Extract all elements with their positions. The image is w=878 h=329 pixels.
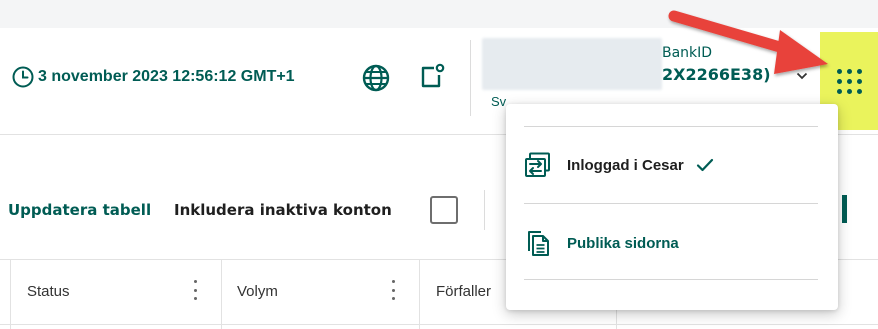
documents-icon [528, 231, 549, 256]
column-header-status[interactable]: Status [27, 259, 70, 325]
column-separator [419, 259, 420, 329]
menu-item-label: Publika sidorna [567, 234, 679, 252]
menu-item-public-pages[interactable]: Publika sidorna [524, 226, 679, 260]
column-separator [10, 259, 11, 329]
column-menu-icon[interactable] [391, 280, 395, 300]
current-datetime: 3 november 2023 12:56:12 GMT+1 [38, 68, 295, 85]
popout-window-icon[interactable] [418, 62, 446, 90]
annotation-arrow-icon [668, 10, 828, 74]
column-header-volume[interactable]: Volym [237, 259, 278, 325]
column-separator [221, 259, 222, 329]
menu-separator [524, 203, 818, 204]
menu-item-logged-in-cesar[interactable]: Inloggad i Cesar [524, 148, 714, 182]
menu-separator [524, 279, 818, 280]
header-divider [470, 40, 471, 116]
redacted-user-name [482, 38, 662, 90]
globe-icon[interactable] [362, 64, 390, 92]
apps-dropdown-menu: Inloggad i Cesar Publika sidorna [506, 104, 838, 310]
clock-icon [12, 66, 34, 88]
refresh-table-link[interactable]: Uppdatera tabell [8, 201, 151, 219]
include-inactive-checkbox[interactable] [430, 196, 458, 224]
menu-item-label: Inloggad i Cesar [567, 156, 684, 174]
switch-arrows-icon [525, 152, 550, 177]
include-inactive-label: Inkludera inaktiva konton [174, 201, 392, 219]
column-header-due[interactable]: Förfaller [436, 259, 491, 325]
toolbar-divider [484, 190, 485, 230]
column-menu-icon[interactable] [193, 280, 197, 300]
menu-separator [524, 126, 818, 127]
checkmark-icon [696, 158, 713, 172]
user-organization: Sv [491, 94, 507, 109]
